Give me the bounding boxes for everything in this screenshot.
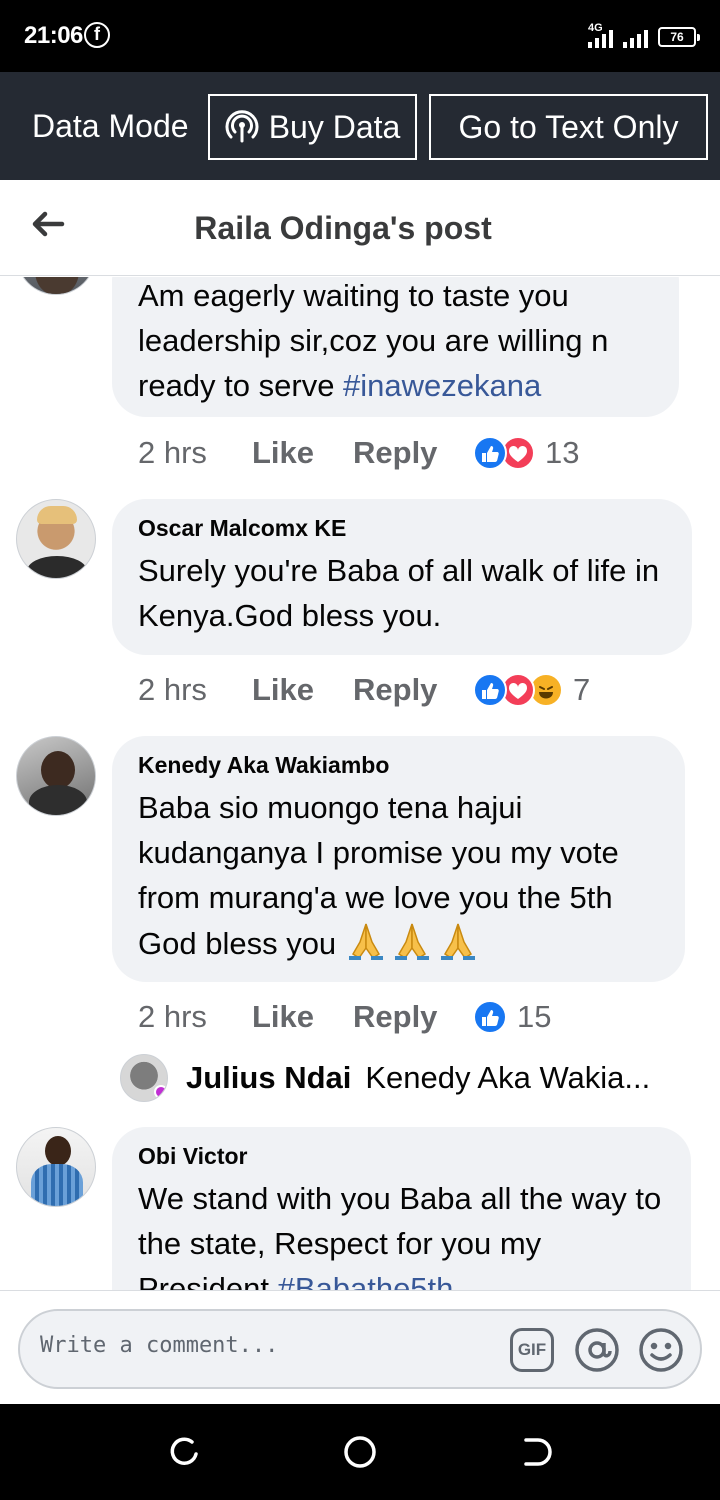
commenter-avatar[interactable] bbox=[16, 1127, 96, 1207]
at-sign-icon[interactable] bbox=[574, 1327, 620, 1373]
comment-bubble[interactable]: Obi Victor We stand with you Baba all th… bbox=[112, 1127, 691, 1290]
comment-input[interactable] bbox=[40, 1333, 480, 1358]
reply-snippet: Kenedy Aka Wakia... bbox=[365, 1060, 651, 1095]
comment-time[interactable]: 2 hrs bbox=[138, 999, 252, 1035]
hashtag-link[interactable]: #inawezekana bbox=[343, 368, 541, 403]
reaction-summary[interactable]: 15 bbox=[473, 999, 551, 1035]
comment-author[interactable]: Obi Victor bbox=[138, 1143, 671, 1170]
battery-icon: 76 bbox=[658, 27, 700, 47]
status-time: 21:06 bbox=[24, 22, 83, 49]
commenter-avatar[interactable] bbox=[16, 736, 96, 816]
reaction-count: 15 bbox=[517, 999, 552, 1034]
reply-author[interactable]: Julius Ndai bbox=[186, 1060, 351, 1096]
folded-hands-emoji bbox=[440, 923, 475, 960]
smiley-icon[interactable] bbox=[638, 1327, 684, 1373]
page-title: Raila Odinga's post bbox=[194, 210, 492, 246]
comment-time[interactable]: 2 hrs bbox=[138, 672, 252, 708]
like-reaction-icon bbox=[473, 1000, 507, 1034]
buy-data-button[interactable]: Buy Data bbox=[208, 94, 417, 160]
system-navigation-bar bbox=[0, 1404, 720, 1500]
text-only-label: Go to Text Only bbox=[458, 108, 679, 145]
like-button[interactable]: Like bbox=[252, 999, 353, 1035]
comment-bubble[interactable]: Oscar Malcomx KE Surely you're Baba of a… bbox=[112, 499, 692, 655]
recent-apps-icon[interactable] bbox=[166, 1434, 202, 1470]
network-type: 4G bbox=[588, 22, 603, 34]
reply-button[interactable]: Reply bbox=[353, 999, 473, 1035]
comment-actions: 2 hrs Like Reply 7 bbox=[138, 670, 590, 710]
post-header: Raila Odinga's post bbox=[0, 180, 720, 276]
reply-avatar bbox=[120, 1054, 168, 1102]
reply-preview[interactable]: Julius Ndai Kenedy Aka Wakia... bbox=[120, 1054, 650, 1102]
like-reaction-icon bbox=[473, 673, 507, 707]
reaction-count: 13 bbox=[545, 435, 580, 470]
comment-actions: 2 hrs Like Reply 13 bbox=[138, 433, 579, 473]
wifi-signal-icon bbox=[623, 26, 648, 48]
comment-text: We stand with you Baba all the way to th… bbox=[138, 1176, 671, 1290]
like-button[interactable]: Like bbox=[252, 672, 353, 708]
comment-feed[interactable]: Am eagerly waiting to taste you leadersh… bbox=[0, 277, 720, 1290]
back-nav-icon[interactable] bbox=[518, 1434, 554, 1470]
commenter-avatar[interactable] bbox=[16, 277, 96, 295]
reaction-count: 7 bbox=[573, 672, 591, 707]
comment-text: Baba sio muongo tena hajui kudanganya I … bbox=[138, 790, 619, 961]
commenter-avatar[interactable] bbox=[16, 499, 96, 579]
folded-hands-emoji bbox=[348, 923, 383, 960]
facebook-icon: f bbox=[84, 22, 110, 48]
reply-button[interactable]: Reply bbox=[353, 672, 473, 708]
comment-author[interactable]: Oscar Malcomx KE bbox=[138, 515, 672, 542]
data-mode-bar: Data Mode Buy Data Go to Text Only bbox=[0, 72, 720, 180]
reply-button[interactable]: Reply bbox=[353, 435, 473, 471]
home-icon[interactable] bbox=[342, 1434, 378, 1470]
comment-actions: 2 hrs Like Reply 15 bbox=[138, 997, 551, 1037]
comment-time[interactable]: 2 hrs bbox=[138, 435, 252, 471]
buy-data-label: Buy Data bbox=[268, 108, 401, 145]
text-only-button[interactable]: Go to Text Only bbox=[429, 94, 708, 160]
comment-text: Surely you're Baba of all walk of life i… bbox=[138, 553, 660, 633]
comment-bubble[interactable]: Kenedy Aka Wakiambo Baba sio muongo tena… bbox=[112, 736, 685, 982]
comment-bubble[interactable]: Am eagerly waiting to taste you leadersh… bbox=[112, 277, 679, 417]
folded-hands-emoji bbox=[394, 923, 429, 960]
like-reaction-icon bbox=[473, 436, 507, 470]
broadcast-icon bbox=[225, 110, 259, 143]
comment-text: Am eagerly waiting to taste you leadersh… bbox=[138, 278, 609, 403]
comment-field[interactable]: GIF bbox=[18, 1309, 702, 1389]
mobile-signal-icon: 4G bbox=[588, 22, 613, 48]
gif-button[interactable]: GIF bbox=[510, 1328, 554, 1372]
comment-author[interactable]: Kenedy Aka Wakiambo bbox=[138, 752, 665, 779]
battery-level: 76 bbox=[670, 30, 684, 44]
system-indicators: 4G 76 bbox=[588, 20, 700, 48]
like-button[interactable]: Like bbox=[252, 435, 353, 471]
comment-composer: GIF bbox=[0, 1290, 720, 1404]
reaction-summary[interactable]: 13 bbox=[473, 435, 579, 471]
hashtag-link[interactable]: #Babathe5th bbox=[278, 1271, 454, 1290]
reaction-summary[interactable]: 7 bbox=[473, 672, 590, 708]
status-bar: 21:06 f 4G 76 bbox=[0, 0, 720, 72]
data-mode-label: Data Mode bbox=[32, 108, 189, 144]
